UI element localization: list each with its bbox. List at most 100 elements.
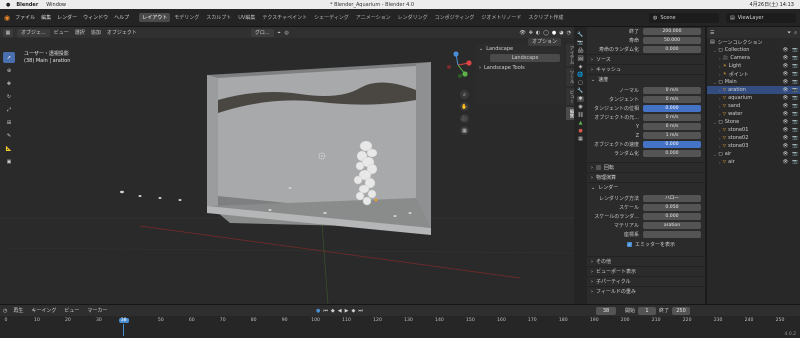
workspace-tab[interactable]: モデリング bbox=[171, 13, 202, 22]
shading-render-icon[interactable]: ◔ bbox=[567, 30, 571, 36]
property-value[interactable]: ハロー bbox=[643, 195, 701, 202]
timeline-menu-item[interactable]: 再生 bbox=[13, 307, 23, 314]
outliner-row[interactable]: › ▽ stone03 👁 📷 bbox=[707, 142, 800, 150]
collapse-arrow-icon[interactable]: ⌄ bbox=[479, 46, 483, 52]
property-value[interactable]: 0.000 bbox=[643, 46, 701, 53]
blender-logo-icon[interactable]: ◉ bbox=[4, 14, 10, 22]
workspace-tab[interactable]: スカルプト bbox=[203, 13, 234, 22]
apple-icon[interactable]: ● bbox=[6, 2, 10, 8]
shading-material-icon[interactable]: ◕ bbox=[559, 30, 563, 36]
material-props-icon[interactable]: ● bbox=[578, 128, 582, 134]
render-props-icon[interactable]: 📷 bbox=[577, 40, 583, 46]
property-value[interactable]: 0.000 bbox=[643, 150, 701, 157]
scale-tool-icon[interactable]: ⤢ bbox=[3, 104, 15, 115]
visibility-eye-icon[interactable]: 👁 bbox=[782, 72, 788, 77]
visibility-eye-icon[interactable]: 👁 bbox=[782, 136, 788, 141]
outliner-arrow-icon[interactable]: › bbox=[719, 72, 721, 77]
n-panel-tab[interactable]: ツール bbox=[566, 68, 574, 86]
rotation-checkbox[interactable] bbox=[596, 165, 601, 170]
select-tool-icon[interactable]: ➚ bbox=[3, 52, 15, 63]
rotate-tool-icon[interactable]: ↻ bbox=[3, 91, 15, 102]
outliner-row[interactable]: › ▽ air 👁 📷 bbox=[707, 158, 800, 166]
mode-selector[interactable]: オブジェ... bbox=[17, 28, 50, 37]
n-panel-tab[interactable]: アイテム bbox=[566, 44, 574, 66]
constraints-props-icon[interactable]: ⛓ bbox=[577, 112, 583, 118]
outliner-arrow-icon[interactable]: › bbox=[719, 160, 721, 165]
timeline-menu-item[interactable]: ビュー bbox=[64, 307, 79, 314]
tool-props-icon[interactable]: 🔧 bbox=[577, 32, 583, 38]
outliner-row[interactable]: › ▽ water 👁 📷 bbox=[707, 110, 800, 118]
jump-start-icon[interactable]: ⏮ bbox=[323, 308, 328, 314]
play-icon[interactable]: ▶ bbox=[345, 308, 349, 314]
n-panel-tab[interactable]: 編集 bbox=[566, 107, 574, 120]
outliner-arrow-icon[interactable]: › bbox=[719, 56, 721, 61]
camera-render-icon[interactable]: 📷 bbox=[792, 144, 798, 149]
camera-render-icon[interactable]: 📷 bbox=[792, 104, 798, 109]
section-expand-icon[interactable]: › bbox=[591, 269, 593, 275]
visibility-eye-icon[interactable]: 👁 bbox=[782, 96, 788, 101]
outliner-display-icon[interactable]: ☰ bbox=[710, 30, 714, 36]
property-section[interactable]: › その他 bbox=[587, 256, 705, 266]
visibility-eye-icon[interactable]: 👁 bbox=[782, 88, 788, 93]
property-value[interactable]: 0.000 bbox=[643, 141, 701, 148]
property-value[interactable]: 0 m/s bbox=[643, 87, 701, 94]
start-frame-field[interactable]: 1 bbox=[638, 306, 657, 315]
outliner-arrow-icon[interactable]: › bbox=[719, 136, 721, 141]
emitter-checkbox[interactable]: ✓ bbox=[627, 242, 632, 247]
visibility-eye-icon[interactable]: 👁 bbox=[782, 48, 788, 53]
camera-render-icon[interactable]: 📷 bbox=[792, 56, 798, 61]
camera-render-icon[interactable]: 📷 bbox=[792, 128, 798, 133]
zoom-icon[interactable]: ⌕ bbox=[460, 90, 469, 99]
outliner-arrow-icon[interactable]: › bbox=[719, 88, 721, 93]
visibility-eye-icon[interactable]: 👁 bbox=[782, 152, 788, 157]
scene-props-icon[interactable]: ◈ bbox=[579, 64, 583, 70]
topmenu-item[interactable]: レンダー bbox=[57, 14, 77, 21]
outliner-arrow-icon[interactable]: ⌄ bbox=[713, 80, 716, 85]
prev-key-icon[interactable]: ◆ bbox=[331, 308, 335, 314]
camera-render-icon[interactable]: 📷 bbox=[792, 112, 798, 117]
playhead-frame-badge[interactable]: 38 bbox=[118, 318, 129, 323]
pan-hand-icon[interactable]: ✋ bbox=[460, 102, 469, 111]
camera-render-icon[interactable]: 📷 bbox=[792, 80, 798, 85]
proportional-icon[interactable]: ◎ bbox=[284, 30, 288, 36]
workspace-tab[interactable]: ジオメトリノード bbox=[478, 13, 524, 22]
modifier-props-icon[interactable]: 🔧 bbox=[577, 88, 583, 94]
viewport-menu-item[interactable]: 追加 bbox=[91, 29, 101, 36]
workspace-tab[interactable]: テクスチャペイント bbox=[259, 13, 310, 22]
topmenu-item[interactable]: ファイル bbox=[15, 14, 35, 21]
outliner-search-icon[interactable]: ⌕ bbox=[794, 30, 797, 36]
outliner-row[interactable]: › ☀ Light 👁 📷 bbox=[707, 62, 800, 70]
velocity-section[interactable]: 速度 bbox=[598, 76, 608, 83]
visibility-eye-icon[interactable]: 👁 bbox=[782, 144, 788, 149]
transform-tool-icon[interactable]: ⊞ bbox=[3, 117, 15, 128]
measure-tool-icon[interactable]: 📐 bbox=[3, 143, 15, 154]
viewlayer-selector[interactable]: ▤ ViewLayer bbox=[726, 13, 796, 23]
shading-solid-icon[interactable]: ● bbox=[552, 30, 556, 36]
property-value[interactable]: 1 m/s bbox=[643, 132, 701, 139]
landscape-button[interactable]: Landscape bbox=[490, 54, 560, 62]
workspace-tab[interactable]: シェーディング bbox=[311, 13, 352, 22]
workspace-tab[interactable]: コンポジティング bbox=[432, 13, 478, 22]
camera-view-icon[interactable]: 🎥 bbox=[460, 114, 469, 123]
rotation-expand-icon[interactable]: › bbox=[591, 165, 593, 171]
add-cube-tool-icon[interactable]: ▣ bbox=[3, 156, 15, 167]
outliner-arrow-icon[interactable]: › bbox=[719, 96, 721, 101]
property-section[interactable]: › フィールドの重み bbox=[587, 286, 705, 296]
property-section[interactable]: › 子パーティクル bbox=[587, 276, 705, 286]
scene-selector[interactable]: ◍ Scene bbox=[649, 13, 719, 23]
outliner-arrow-icon[interactable]: › bbox=[719, 64, 721, 69]
outliner-arrow-icon[interactable]: ⌄ bbox=[713, 152, 716, 157]
jump-end-icon[interactable]: ⏭ bbox=[358, 308, 363, 314]
physics-section[interactable]: 物理演算 bbox=[596, 174, 616, 181]
outliner-arrow-icon[interactable]: › bbox=[719, 128, 721, 133]
render-collapse-icon[interactable]: ⌄ bbox=[591, 185, 595, 191]
velocity-collapse-icon[interactable]: ⌄ bbox=[591, 77, 595, 83]
outliner-row[interactable]: ⌄ ▢ Collection 👁 📷 bbox=[707, 46, 800, 54]
end-frame-field[interactable]: 250 bbox=[672, 306, 691, 315]
property-value[interactable] bbox=[643, 231, 701, 238]
outliner-row[interactable]: ⌄ ▢ Stone 👁 📷 bbox=[707, 118, 800, 126]
outliner-row[interactable]: › ☀ ポイント 👁 📷 bbox=[707, 70, 800, 78]
property-value[interactable]: 50.000 bbox=[643, 37, 701, 44]
n-panel-tab[interactable]: ビュー bbox=[566, 87, 574, 105]
outliner-row[interactable]: › ▽ stone02 👁 📷 bbox=[707, 134, 800, 142]
